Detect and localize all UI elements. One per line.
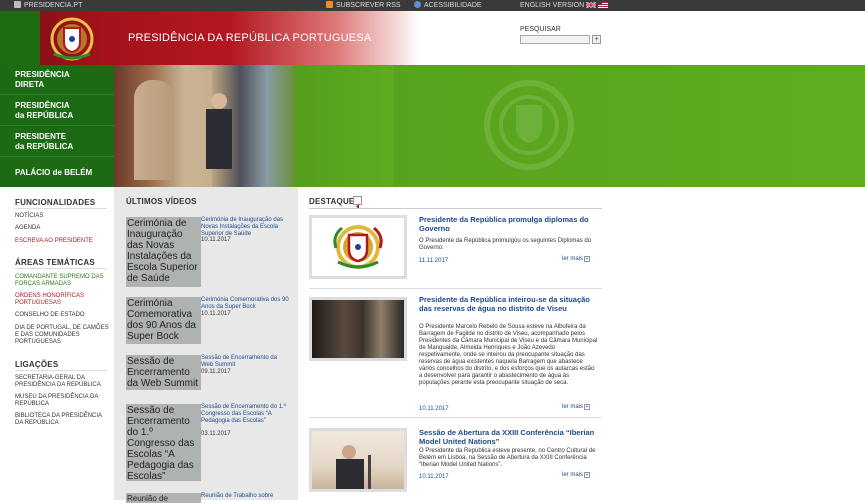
nav-item-presidencia-direta[interactable]: PRESIDÊNCIA DIRETA bbox=[0, 65, 114, 95]
news-date: 10.11.2017 bbox=[419, 474, 449, 480]
sidebar-link-biblioteca[interactable]: BIBLIOTECA DA PRESIDÊNCIA DA REPÚBLICA bbox=[15, 413, 110, 427]
nav-label-line2: da REPÚBLICA bbox=[15, 141, 74, 151]
video-thumbnail[interactable]: Cerimónia de Inauguração das Novas Insta… bbox=[126, 217, 201, 287]
english-label: ENGLISH VERSION bbox=[520, 2, 585, 9]
coat-of-arms-logo[interactable] bbox=[40, 14, 104, 62]
divider bbox=[15, 268, 107, 269]
video-date: 10.11.2017 bbox=[201, 237, 231, 243]
plus-icon: + bbox=[584, 472, 591, 478]
video-date: 03.11.2017 bbox=[201, 431, 231, 437]
accessibility-link[interactable]: ACESSIBILIDADE bbox=[414, 0, 482, 11]
search-label: PESQUISAR bbox=[520, 26, 561, 33]
news-date: 11.11.2017 bbox=[419, 258, 449, 264]
video-thumbnail[interactable]: Sessão de Encerramento do 1.º Congresso … bbox=[126, 404, 201, 481]
sidebar-link-museu[interactable]: MUSEU DA PRESIDÊNCIA DA REPÚBLICA bbox=[15, 394, 110, 408]
news-thumbnail[interactable] bbox=[309, 428, 407, 492]
uk-flag-icon bbox=[585, 1, 597, 9]
sidebar-link-comandante[interactable]: COMANDANTE SUPREMO DAS FORÇAS ARMADAS bbox=[15, 274, 110, 288]
hero-banner bbox=[114, 65, 865, 187]
site-title[interactable]: PRESIDÊNCIA DA REPÚBLICA PORTUGUESA bbox=[128, 32, 371, 44]
divider bbox=[15, 208, 107, 209]
header-green-band bbox=[0, 11, 40, 65]
nav-label-line1: PALÁCIO de BELÉM bbox=[15, 167, 93, 177]
nav-item-palacio-belem[interactable]: PALÁCIO de BELÉM bbox=[0, 158, 114, 187]
sidebar-link-noticias[interactable]: NOTÍCIAS bbox=[15, 213, 110, 220]
sidebar-link-secretaria[interactable]: SECRETARIA-GERAL DA PRESIDÊNCIA DA REPÚB… bbox=[15, 375, 110, 389]
video-title-link[interactable]: Reunião de Trabalho sobre bbox=[201, 493, 289, 500]
rss-icon bbox=[326, 1, 333, 8]
accessibility-label: ACESSIBILIDADE bbox=[424, 2, 482, 9]
video-date: 09.11.2017 bbox=[201, 369, 231, 375]
sidebar-link-escreva[interactable]: ESCREVA AO PRESIDENTE bbox=[15, 238, 110, 245]
sidebar-link-dia-portugal[interactable]: DIA DE PORTUGAL, DE CAMÕES E DAS COMUNID… bbox=[15, 325, 110, 346]
news-summary: O Presidente da República esteve present… bbox=[419, 448, 596, 468]
news-title-link[interactable]: Presidente da República promulga diploma… bbox=[419, 215, 599, 233]
sidebar-title-areas: ÁREAS TEMÁTICAS bbox=[15, 258, 95, 267]
english-version-link[interactable]: ENGLISH VERSION bbox=[520, 0, 609, 11]
read-more-label: ler mais bbox=[562, 404, 584, 410]
house-icon bbox=[14, 1, 21, 8]
sidebar-link-agenda[interactable]: AGENDA bbox=[15, 225, 110, 232]
read-more-link[interactable]: ler mais + bbox=[562, 472, 591, 478]
news-date: 10.11.2017 bbox=[419, 406, 449, 412]
destaque-column: DESTAQUE Presidente da República promulg… bbox=[298, 187, 865, 500]
news-summary: O Presidente da República promulgou os s… bbox=[419, 238, 592, 251]
divider bbox=[15, 370, 107, 371]
nav-item-presidencia-republica[interactable]: PRESIDÊNCIA da REPÚBLICA bbox=[0, 96, 114, 126]
site-label: PRESIDENCIA.PT bbox=[24, 2, 83, 9]
rss-link[interactable]: SUBSCREVER RSS bbox=[326, 0, 401, 11]
plus-icon: + bbox=[584, 404, 591, 410]
news-title-link[interactable]: Presidente da República inteirou-se da s… bbox=[419, 295, 599, 313]
back-arrow-icon[interactable] bbox=[353, 196, 362, 209]
news-thumbnail[interactable] bbox=[309, 297, 407, 361]
destaque-title: DESTAQUE bbox=[309, 197, 355, 206]
plus-icon: + bbox=[584, 256, 591, 262]
emblem-watermark-icon bbox=[484, 80, 574, 170]
sidebar-link-conselho[interactable]: CONSELHO DE ESTADO bbox=[15, 312, 110, 319]
us-flag-icon bbox=[598, 2, 609, 8]
accessibility-icon bbox=[414, 1, 421, 8]
video-thumbnail[interactable]: Reunião de Trabalho sobre bbox=[126, 493, 201, 503]
top-bar: PRESIDENCIA.PT SUBSCREVER RSS ACESSIBILI… bbox=[0, 0, 865, 11]
read-more-label: ler mais bbox=[562, 256, 584, 262]
read-more-label: ler mais bbox=[562, 472, 584, 478]
sidebar-title-ligacoes: LIGAÇÕES bbox=[15, 360, 59, 369]
divider bbox=[309, 417, 602, 418]
read-more-link[interactable]: ler mais + bbox=[562, 256, 591, 262]
news-thumbnail[interactable] bbox=[309, 215, 407, 279]
nav-label-line1: PRESIDENTE bbox=[15, 132, 67, 141]
news-title-link[interactable]: Sessão de Abertura da XXIII Conferência … bbox=[419, 428, 599, 446]
read-more-link[interactable]: ler mais + bbox=[562, 404, 591, 410]
nav-label-line2: da REPÚBLICA bbox=[15, 110, 74, 120]
video-title-link[interactable]: Cerimónia de Inauguração das Novas Insta… bbox=[201, 217, 289, 238]
nav-label-line1: PRESIDÊNCIA bbox=[15, 70, 70, 79]
news-summary: O Presidente Marcelo Rebelo de Sousa est… bbox=[419, 324, 598, 386]
site-link[interactable]: PRESIDENCIA.PT bbox=[14, 0, 82, 11]
videos-column: ÚLTIMOS VÍDEOS Cerimónia de Inauguração … bbox=[114, 187, 298, 503]
header: PRESIDÊNCIA DA REPÚBLICA PORTUGUESA PESQ… bbox=[0, 11, 865, 65]
video-thumbnail[interactable]: Sessão de Encerramento da Web Summit bbox=[126, 355, 201, 390]
sidebar-title-funcionalidades: FUNCIONALIDADES bbox=[15, 198, 96, 207]
nav-label-line2: DIRETA bbox=[15, 79, 45, 89]
hero-fade bbox=[264, 65, 394, 187]
video-title-link[interactable]: Sessão de Encerramento do 1.º Congresso … bbox=[201, 404, 289, 425]
divider bbox=[309, 288, 602, 289]
nav-label-line1: PRESIDÊNCIA bbox=[15, 101, 70, 110]
video-title-link[interactable]: Cerimónia Comemorativa dos 90 Anos da Su… bbox=[201, 297, 289, 311]
video-thumbnail[interactable]: Cerimónia Comemorativa dos 90 Anos da Su… bbox=[126, 297, 201, 344]
rss-label: SUBSCREVER RSS bbox=[336, 2, 401, 9]
coat-of-arms-icon bbox=[312, 218, 404, 276]
sidebar: FUNCIONALIDADES NOTÍCIAS AGENDA ESCREVA … bbox=[0, 187, 114, 500]
search-input[interactable] bbox=[520, 35, 590, 44]
video-date: 10.11.2017 bbox=[201, 311, 231, 317]
divider bbox=[309, 208, 602, 209]
main-nav: PRESIDÊNCIA DIRETA PRESIDÊNCIA da REPÚBLIC… bbox=[0, 65, 114, 187]
search-button[interactable]: + bbox=[592, 35, 601, 44]
videos-title: ÚLTIMOS VÍDEOS bbox=[126, 197, 197, 206]
sidebar-link-ordens[interactable]: ORDENS HONORÍFICAS PORTUGUESAS bbox=[15, 293, 110, 307]
video-title-link[interactable]: Sessão de Encerramento da Web Summit bbox=[201, 355, 289, 369]
nav-item-presidente-republica[interactable]: PRESIDENTE da REPÚBLICA bbox=[0, 127, 114, 157]
